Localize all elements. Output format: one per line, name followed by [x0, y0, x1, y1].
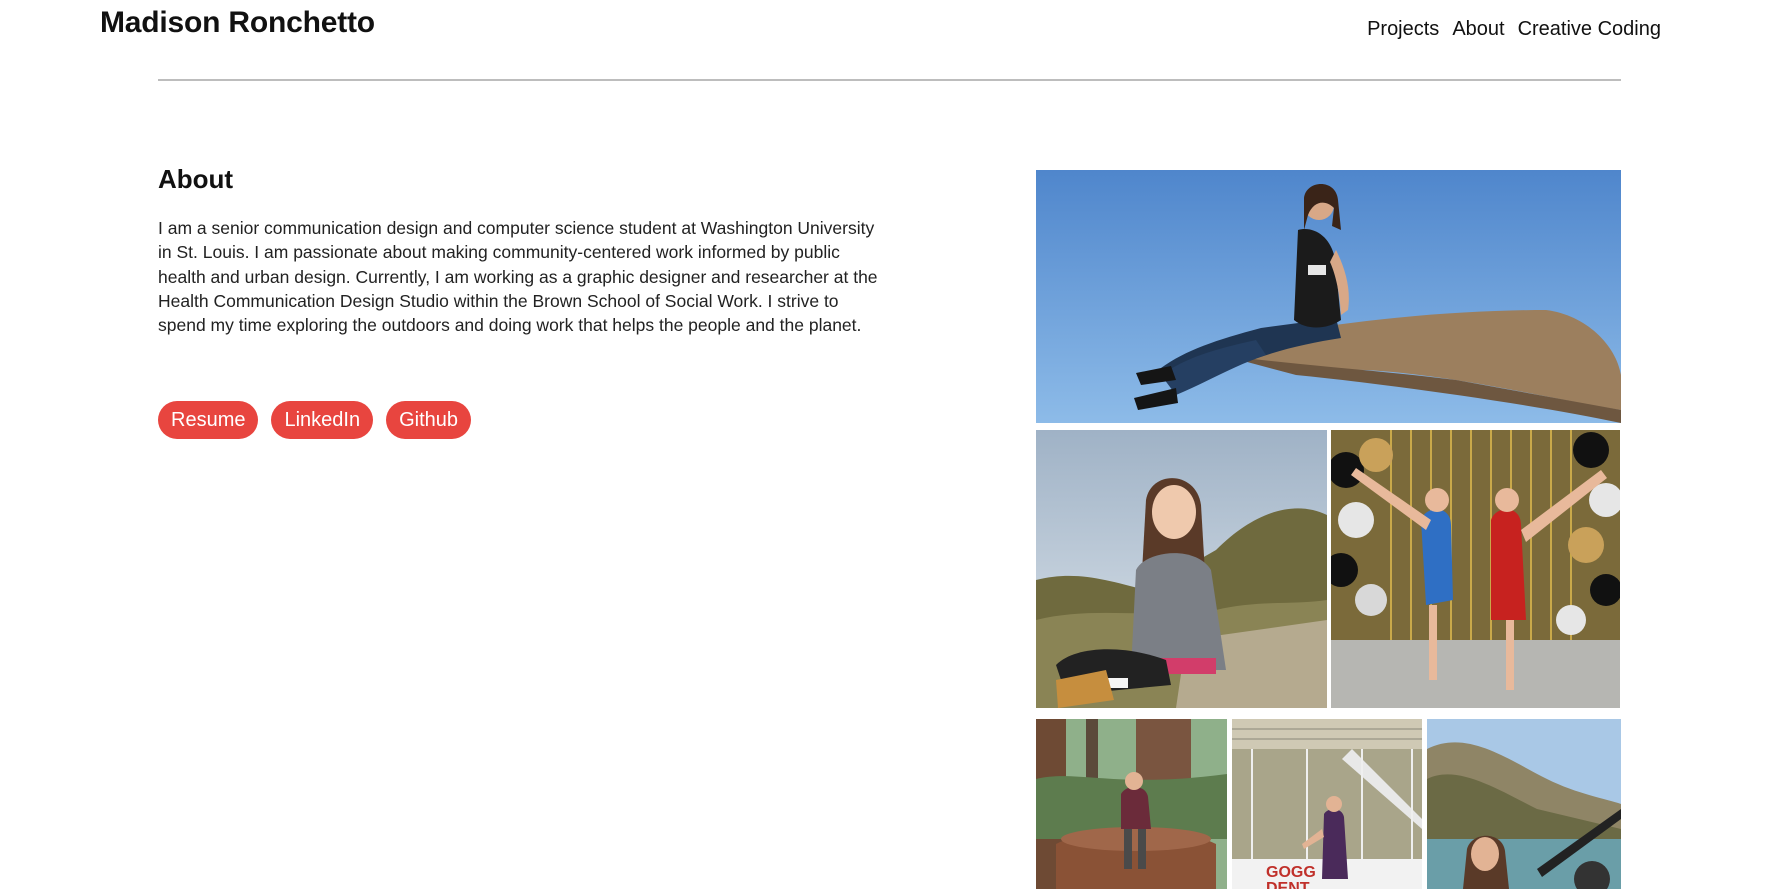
nav-link-projects[interactable]: Projects — [1367, 18, 1439, 41]
photo-redwoods — [1036, 719, 1227, 889]
resume-button[interactable]: Resume — [158, 401, 259, 439]
photo-rock-ledge — [1036, 170, 1621, 423]
link-buttons: Resume LinkedIn Github — [158, 401, 472, 439]
about-heading: About — [158, 164, 234, 194]
nav-link-creative-coding[interactable]: Creative Coding — [1518, 18, 1661, 41]
github-button[interactable]: Github — [386, 401, 472, 439]
photo-river-kayak — [1427, 719, 1621, 889]
linkedin-button[interactable]: LinkedIn — [271, 401, 374, 439]
rink-sign-line2: DENT — [1266, 880, 1310, 889]
about-bio: I am a senior communication design and c… — [158, 218, 878, 336]
nav-link-about[interactable]: About — [1452, 18, 1504, 41]
header-divider — [158, 79, 1621, 81]
main-nav: Projects About Creative Coding — [1367, 18, 1661, 41]
photo-balloons — [1331, 430, 1620, 708]
site-name[interactable]: Madison Ronchetto — [100, 6, 375, 40]
rink-sign-line1: GOGG — [1266, 864, 1316, 881]
photo-ice-rink: GOGG DENT — [1232, 719, 1422, 889]
photo-hillside — [1036, 430, 1327, 708]
